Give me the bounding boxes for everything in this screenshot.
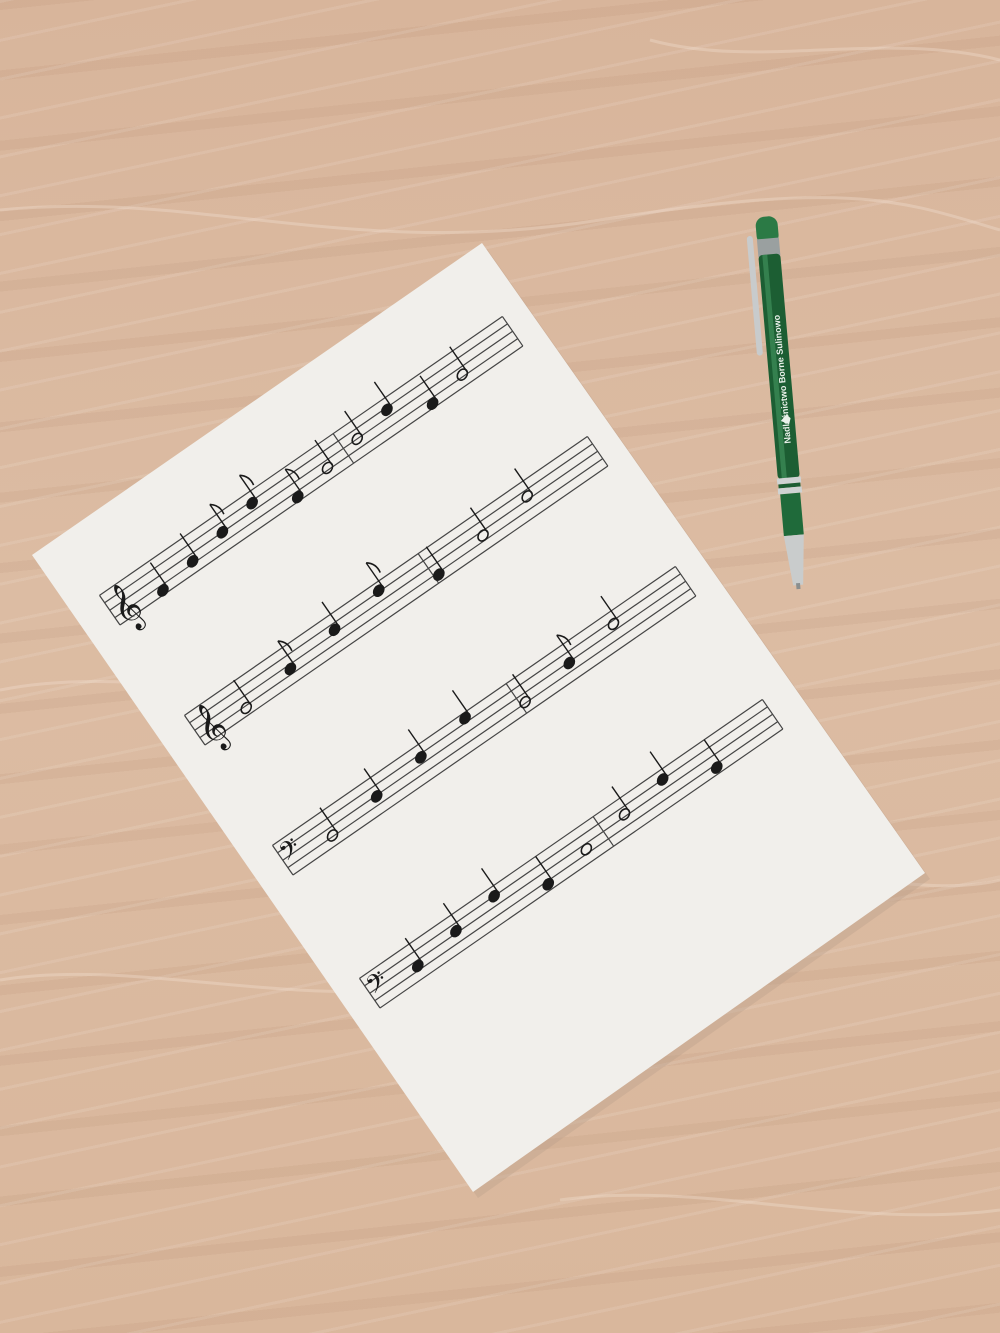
ballpoint-pen: Nadleśnictwo Borne Sulinowo [746, 216, 804, 590]
sheet-music-paper [32, 243, 930, 1198]
photo-scene: 𝄞𝄞𝄢𝄢 Nadleśnictwo Borne Sulinowo [0, 38, 1000, 1217]
pen-tip [783, 534, 804, 586]
